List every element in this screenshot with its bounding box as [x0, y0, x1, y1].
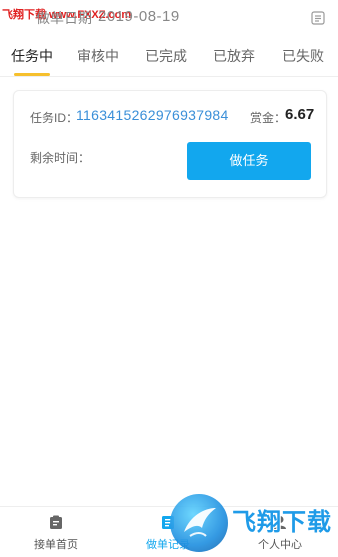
record-icon: [162, 516, 174, 529]
bottom-nav: 接单首页 做单记录 个人中心: [0, 506, 338, 557]
task-id-label: 任务ID：: [30, 111, 79, 125]
nav-label: 个人中心: [258, 539, 302, 551]
tab-under-review[interactable]: 审核中: [64, 36, 132, 76]
reward-label: 赏金：: [250, 111, 287, 125]
nav-item-profile[interactable]: 个人中心: [240, 507, 320, 557]
tab-label: 已失败: [282, 48, 324, 64]
status-tabs: 任务中 审核中 已完成 已放弃 已失败: [0, 36, 338, 77]
tab-in-progress[interactable]: 任务中: [0, 36, 64, 76]
active-tab-indicator: [14, 73, 50, 76]
nav-item-task-home[interactable]: 接单首页: [16, 507, 96, 557]
nav-label: 接单首页: [34, 539, 78, 551]
date-value[interactable]: 2019-08-19: [98, 8, 180, 25]
document-icon[interactable]: [311, 11, 325, 25]
task-card[interactable]: 任务ID： 1163415262976937984 赏金： 6.67 剩余时间：…: [13, 90, 327, 198]
do-task-button[interactable]: 做任务: [187, 142, 311, 180]
tab-completed[interactable]: 已完成: [132, 36, 200, 76]
user-icon: [274, 516, 286, 529]
tab-label: 已放弃: [213, 48, 255, 64]
top-bar: 飞翔下载 www.FXXZ.com 做单日期 2019-08-19: [0, 0, 338, 36]
date-label: 做单日期: [36, 10, 92, 26]
tab-label: 审核中: [77, 48, 119, 64]
remaining-time-label: 剩余时间：: [30, 151, 91, 165]
nav-label: 做单记录: [146, 539, 190, 551]
tab-label: 任务中: [11, 48, 53, 64]
tab-label: 已完成: [145, 48, 187, 64]
task-id-value: 1163415262976937984: [76, 107, 229, 123]
nav-item-order-records[interactable]: 做单记录: [128, 507, 208, 557]
home-task-icon: [50, 515, 62, 529]
tab-abandoned[interactable]: 已放弃: [200, 36, 268, 76]
tab-failed[interactable]: 已失败: [268, 36, 338, 76]
reward-value: 6.67: [285, 106, 315, 123]
